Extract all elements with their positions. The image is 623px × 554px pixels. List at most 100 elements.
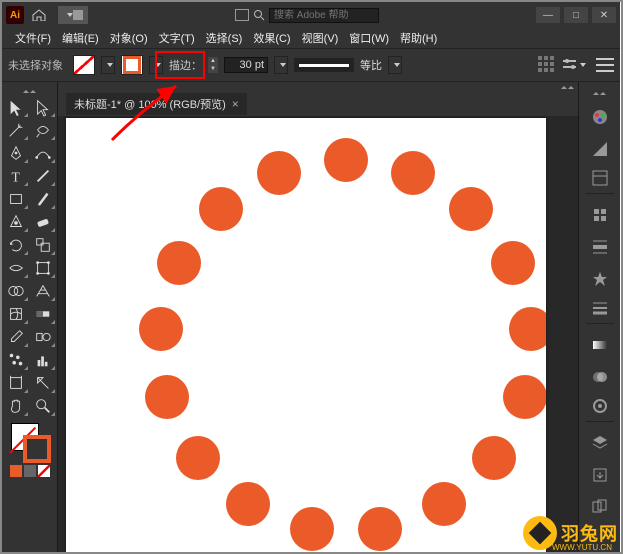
arrange-documents-button[interactable] <box>58 6 88 24</box>
type-tool[interactable]: T <box>3 165 29 187</box>
brushes-panel-icon[interactable] <box>586 234 614 260</box>
artwork-dot <box>139 307 183 351</box>
stroke-panel-icon[interactable] <box>586 298 614 324</box>
menu-item[interactable]: 对象(O) <box>105 28 153 48</box>
line-tool[interactable] <box>30 165 56 187</box>
menu-item[interactable]: 文件(F) <box>10 28 56 48</box>
curvature-tool[interactable] <box>30 142 56 164</box>
artboard <box>66 118 546 552</box>
fill-swatch[interactable] <box>73 55 95 75</box>
free-transform-tool[interactable] <box>30 257 56 279</box>
rotate-tool[interactable] <box>3 234 29 256</box>
stroke-profile-preview[interactable] <box>294 58 354 72</box>
artwork-dot <box>391 151 435 195</box>
stroke-dropdown[interactable] <box>149 56 163 74</box>
menu-item[interactable]: 窗口(W) <box>344 28 394 48</box>
asset-export-panel-icon[interactable] <box>586 462 614 488</box>
properties-panel-icon[interactable] <box>586 168 614 194</box>
gpu-preview-icon[interactable] <box>235 9 249 21</box>
stroke-swatch[interactable] <box>121 55 143 75</box>
layers-panel-icon[interactable] <box>586 430 614 456</box>
lasso-tool[interactable] <box>30 119 56 141</box>
transparency-panel-icon[interactable] <box>586 364 614 390</box>
libraries-panel-icon[interactable] <box>586 202 614 228</box>
chevron-down-icon <box>280 63 286 67</box>
mesh-tool[interactable] <box>3 303 29 325</box>
shaper-tool[interactable] <box>3 211 29 233</box>
canvas[interactable] <box>58 116 578 552</box>
appearance-panel-icon[interactable] <box>586 396 614 422</box>
zoom-tool[interactable] <box>30 395 56 417</box>
stroke-weight-field[interactable] <box>224 57 268 73</box>
menu-item[interactable]: 效果(C) <box>248 28 295 48</box>
chevron-down-icon <box>67 13 73 17</box>
shape-builder-tool[interactable] <box>3 280 29 302</box>
tabbar-collapse-button[interactable] <box>560 82 574 92</box>
gradient-panel-icon[interactable] <box>586 332 614 358</box>
preferences-button[interactable] <box>562 55 586 75</box>
toolbox-collapse-button[interactable] <box>2 86 57 96</box>
eyedropper-tool[interactable] <box>3 326 29 348</box>
stroke-weight-stepper[interactable]: ▲▼ <box>208 57 218 73</box>
slice-tool[interactable] <box>30 372 56 394</box>
control-menu-button[interactable] <box>596 58 614 72</box>
chevron-down-icon <box>580 63 586 67</box>
panels-collapse-button[interactable] <box>579 88 620 98</box>
color-guide-panel-icon[interactable] <box>586 136 614 162</box>
artwork-dot <box>176 436 220 480</box>
color-panel-icon[interactable] <box>586 104 614 130</box>
menu-item[interactable]: 帮助(H) <box>395 28 442 48</box>
document-area: 未标题-1* @ 100% (RGB/预览) × <box>58 82 578 552</box>
chevron-down-icon <box>394 63 400 67</box>
selection-tool[interactable] <box>3 96 29 118</box>
watermark-url: WWW.YUTU.CN <box>552 543 612 552</box>
menu-item[interactable]: 选择(S) <box>201 28 248 48</box>
control-bar: 未选择对象 描边： ▲▼ 等比 <box>2 48 620 82</box>
pen-tool[interactable] <box>3 142 29 164</box>
paintbrush-tool[interactable] <box>30 188 56 210</box>
close-button[interactable]: ✕ <box>592 7 616 23</box>
rectangle-tool[interactable] <box>3 188 29 210</box>
gradient-color-mode[interactable] <box>24 465 36 477</box>
artboard-tool[interactable] <box>3 372 29 394</box>
hand-tool[interactable] <box>3 395 29 417</box>
stroke-color-box[interactable] <box>23 435 51 463</box>
artwork-dot <box>145 375 189 419</box>
column-graph-tool[interactable] <box>30 349 56 371</box>
artwork-dot <box>157 241 201 285</box>
symbol-sprayer-tool[interactable] <box>3 349 29 371</box>
chevron-down-icon <box>107 63 113 67</box>
eraser-tool[interactable] <box>30 211 56 233</box>
scale-tool[interactable] <box>30 234 56 256</box>
minimize-button[interactable]: — <box>536 7 560 23</box>
artwork-dot <box>199 187 243 231</box>
direct-selection-tool[interactable] <box>30 96 56 118</box>
menubar: 文件(F)编辑(E)对象(O)文字(T)选择(S)效果(C)视图(V)窗口(W)… <box>2 28 620 48</box>
search-input[interactable] <box>269 8 379 23</box>
magic-wand-tool[interactable] <box>3 119 29 141</box>
scale-mode-label: 等比 <box>360 57 382 73</box>
artwork-dot <box>226 482 270 526</box>
document-tab[interactable]: 未标题-1* @ 100% (RGB/预览) × <box>66 93 247 115</box>
blend-tool[interactable] <box>30 326 56 348</box>
gradient-tool[interactable] <box>30 303 56 325</box>
menu-item[interactable]: 文字(T) <box>154 28 200 48</box>
maximize-button[interactable]: □ <box>564 7 588 23</box>
tab-close-icon[interactable]: × <box>232 97 239 111</box>
perspective-grid-tool[interactable] <box>30 280 56 302</box>
normal-color-mode[interactable] <box>10 465 22 477</box>
fill-stroke-indicator[interactable] <box>9 421 51 463</box>
menu-item[interactable]: 视图(V) <box>297 28 344 48</box>
align-panel-icon[interactable] <box>538 56 556 74</box>
symbols-panel-icon[interactable] <box>586 266 614 292</box>
scale-mode-dropdown[interactable] <box>388 56 402 74</box>
toolbox: T <box>2 82 58 552</box>
menu-item[interactable]: 编辑(E) <box>57 28 104 48</box>
none-color-mode[interactable] <box>38 465 50 477</box>
fill-dropdown[interactable] <box>101 56 115 74</box>
stroke-weight-dropdown[interactable] <box>274 56 288 74</box>
home-icon[interactable] <box>30 7 48 23</box>
document-tab-label: 未标题-1* @ 100% (RGB/预览) <box>74 96 226 112</box>
stroke-label: 描边： <box>169 57 202 73</box>
width-tool[interactable] <box>3 257 29 279</box>
